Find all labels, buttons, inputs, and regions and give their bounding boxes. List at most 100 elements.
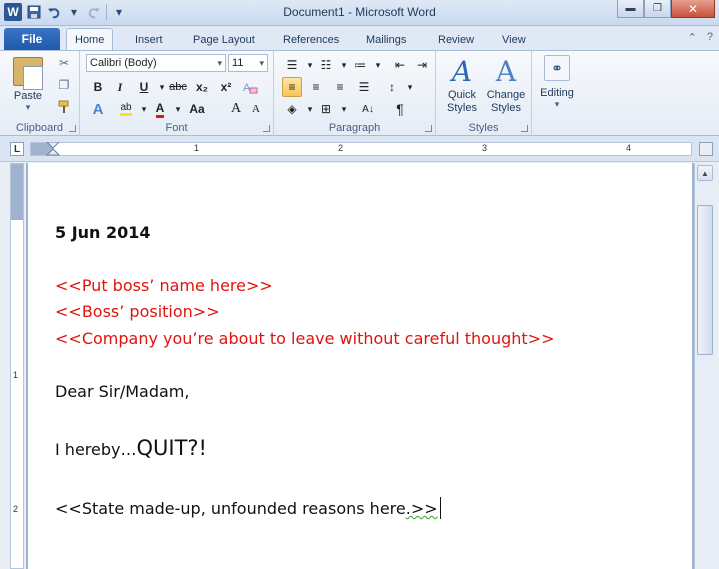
format-painter-icon[interactable] [56,99,72,115]
ruler-number: 2 [338,143,344,153]
clipboard-launcher-icon[interactable] [69,125,76,132]
minimize-button[interactable]: ▬ [617,0,644,18]
help-icon[interactable]: ? [707,31,713,44]
align-center-button[interactable]: ≡ [306,77,326,97]
editing-button[interactable]: ⚭ Editing ▾ [540,55,574,110]
ribbon-tabs: File Home Insert Page Layout References … [0,26,719,51]
group-font: Calibri (Body) ▾ 11 ▾ B I U ▾ abc x₂ x² … [80,51,274,136]
ruler-number: 1 [194,143,200,153]
group-clipboard: Paste ▾ ✂ ❐ Clipboard [0,51,80,136]
align-left-button[interactable]: ≡ [282,77,302,97]
clear-formatting-icon[interactable]: A [240,77,260,97]
document-page[interactable]: 5 Jun 2014 <<Put boss’ name here>> <<Bos… [28,163,692,569]
reasons-end: .>> [405,499,438,518]
bold-button[interactable]: B [88,77,108,97]
styles-launcher-icon[interactable] [521,125,528,132]
increase-indent-icon[interactable]: ⇥ [412,55,432,75]
chevron-down-icon: ▾ [554,99,560,109]
font-launcher-icon[interactable] [263,125,270,132]
change-styles-button[interactable]: A Change Styles [484,55,528,115]
change-styles-label: Change Styles [486,89,526,114]
tab-page-layout[interactable]: Page Layout [185,30,263,50]
show-hide-button[interactable]: ¶ [390,99,410,119]
numbering-icon[interactable]: ☷ [316,55,336,75]
window-controls: ▬ ❐ ✕ [617,0,715,18]
scroll-up-icon[interactable]: ▲ [697,165,713,181]
copy-icon[interactable]: ❐ [56,77,72,93]
placeholder-boss-name: <<Put boss’ name here>> [55,276,273,295]
tab-view[interactable]: View [494,30,534,50]
font-size-value: 11 [232,57,244,69]
group-styles: A Quick Styles A Change Styles Styles [436,51,532,136]
font-color-button[interactable]: A [150,99,170,119]
subscript-button[interactable]: x₂ [192,77,212,97]
chevron-down-icon[interactable]: ▾ [368,55,388,75]
ribbon-right-controls: ⌃ ? [688,31,713,44]
shrink-font-button[interactable]: A [246,99,266,119]
sort-icon[interactable]: A↓ [358,99,378,119]
ribbon-home: Paste ▾ ✂ ❐ Clipboard Calibri (Body) ▾ 1… [0,50,719,136]
quick-styles-button[interactable]: A Quick Styles [440,55,484,115]
editing-label: Editing [540,87,574,99]
decrease-indent-icon[interactable]: ⇤ [390,55,410,75]
scrollbar-thumb[interactable] [697,205,713,355]
vertical-ruler[interactable]: 1 2 [10,163,24,569]
tab-home[interactable]: Home [66,28,114,51]
superscript-button[interactable]: x² [216,77,236,97]
tab-insert[interactable]: Insert [127,30,171,50]
paste-label: Paste [13,90,43,102]
grow-font-button[interactable]: A [226,99,246,119]
line-spacing-icon[interactable]: ↕ [382,77,402,97]
tab-review[interactable]: Review [430,30,482,50]
letter-date: 5 Jun 2014 [55,223,151,242]
paragraph-group-label: Paragraph [328,122,381,134]
underline-button[interactable]: U [134,77,154,97]
font-family-select[interactable]: Calibri (Body) ▾ [86,54,226,72]
strikethrough-button[interactable]: abc [168,77,188,97]
horizontal-ruler-row: L 1 2 3 4 [0,136,719,162]
styles-group-label: Styles [468,122,499,134]
multilevel-list-icon[interactable]: ≔ [350,55,370,75]
ruler-number: 3 [482,143,488,153]
font-color-label: A [155,101,165,118]
vruler-number: 2 [13,504,19,514]
tab-references[interactable]: References [275,30,347,50]
tab-file[interactable]: File [4,28,60,50]
quick-styles-label: Quick Styles [447,89,477,114]
highlight-button[interactable]: ab [116,99,136,119]
title-bar: W ▾ ▾ Document1 - Microsoft Word ▬ ❐ ✕ [0,0,719,26]
quick-styles-icon: A [451,55,473,88]
change-case-button[interactable]: Aa [184,99,210,119]
close-button[interactable]: ✕ [671,0,715,18]
clipboard-icon [13,57,43,90]
borders-icon[interactable]: ⊞ [316,99,336,119]
tab-selector[interactable]: L [10,142,24,156]
shading-icon[interactable]: ◈ [282,99,302,119]
vertical-scrollbar[interactable]: ▲ [694,163,716,569]
view-ruler-icon[interactable] [699,142,713,156]
bullets-icon[interactable]: ☰ [282,55,302,75]
body-line: I hereby…QUIT?! [55,436,207,460]
cut-icon[interactable]: ✂ [56,55,72,71]
paragraph-launcher-icon[interactable] [425,125,432,132]
font-size-select[interactable]: 11 ▾ [228,54,268,72]
text-cursor [439,497,441,519]
maximize-button[interactable]: ❐ [644,0,671,18]
paste-button[interactable]: Paste ▾ [8,55,48,113]
placeholder-boss-position: <<Boss’ position>> [55,302,220,321]
placeholder-company: <<Company you’re about to leave without … [55,329,555,348]
highlight-label: ab [120,102,132,116]
tab-mailings[interactable]: Mailings [358,30,414,50]
salutation: Dear Sir/Madam, [55,382,190,401]
horizontal-ruler[interactable]: 1 2 3 4 [30,142,692,156]
chevron-down-icon[interactable]: ▾ [400,77,420,97]
document-area: 5 Jun 2014 <<Put boss’ name here>> <<Bos… [26,163,694,569]
minimize-ribbon-icon[interactable]: ⌃ [688,31,697,44]
align-right-button[interactable]: ≡ [330,77,350,97]
text-effects-icon[interactable]: A [88,99,108,119]
font-group-label: Font [165,122,188,134]
indent-marker-icon[interactable] [46,142,60,156]
chevron-down-icon[interactable]: ▾ [334,99,354,119]
italic-button[interactable]: I [110,77,130,97]
justify-button[interactable]: ☰ [354,77,374,97]
